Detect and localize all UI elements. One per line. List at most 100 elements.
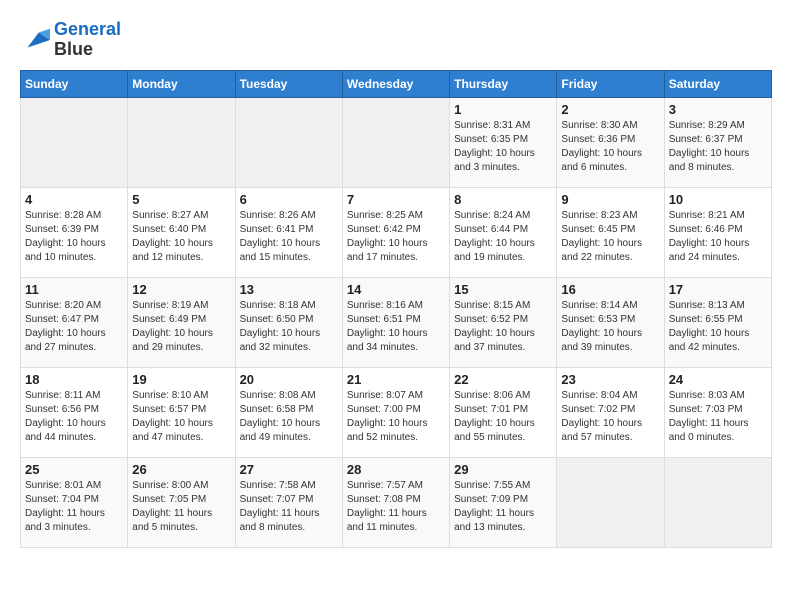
day-info: Sunrise: 7:57 AM Sunset: 7:08 PM Dayligh… xyxy=(347,479,445,535)
day-info: Sunrise: 8:23 AM Sunset: 6:45 PM Dayligh… xyxy=(561,209,659,265)
day-number: 13 xyxy=(240,282,338,297)
calendar-cell: 3 Sunrise: 8:29 AM Sunset: 6:37 PM Daylig… xyxy=(664,97,771,187)
calendar-cell xyxy=(664,457,771,547)
calendar-cell xyxy=(128,97,235,187)
day-info: Sunrise: 8:01 AM Sunset: 7:04 PM Dayligh… xyxy=(25,479,123,535)
page-header: General Blue xyxy=(20,20,772,60)
calendar-cell: 10Sunrise: 8:21 AM Sunset: 6:46 PM Dayli… xyxy=(664,187,771,277)
day-info: Sunrise: 8:26 AM Sunset: 6:41 PM Dayligh… xyxy=(240,209,338,265)
calendar-cell: 7 Sunrise: 8:25 AM Sunset: 6:42 PM Daylig… xyxy=(342,187,449,277)
column-header-sunday: Sunday xyxy=(21,70,128,97)
day-info: Sunrise: 8:15 AM Sunset: 6:52 PM Dayligh… xyxy=(454,299,552,355)
day-number: 26 xyxy=(132,462,230,477)
day-info: Sunrise: 8:28 AM Sunset: 6:39 PM Dayligh… xyxy=(25,209,123,265)
calendar-cell: 4 Sunrise: 8:28 AM Sunset: 6:39 PM Daylig… xyxy=(21,187,128,277)
calendar-cell: 11 Sunrise: 8:20 AM Sunset: 6:47 PM Dayli… xyxy=(21,277,128,367)
day-info: Sunrise: 8:29 AM Sunset: 6:37 PM Dayligh… xyxy=(669,119,767,175)
calendar-cell: 5Sunrise: 8:27 AM Sunset: 6:40 PM Daylig… xyxy=(128,187,235,277)
day-info: Sunrise: 8:19 AM Sunset: 6:49 PM Dayligh… xyxy=(132,299,230,355)
calendar-cell: 18 Sunrise: 8:11 AM Sunset: 6:56 PM Dayli… xyxy=(21,367,128,457)
day-number: 1 xyxy=(454,102,552,117)
calendar-week-1: 4 Sunrise: 8:28 AM Sunset: 6:39 PM Daylig… xyxy=(21,187,772,277)
day-number: 3 xyxy=(669,102,767,117)
calendar-cell: 16Sunrise: 8:14 AM Sunset: 6:53 PM Dayli… xyxy=(557,277,664,367)
calendar-cell: 2 Sunrise: 8:30 AM Sunset: 6:36 PM Daylig… xyxy=(557,97,664,187)
day-number: 10 xyxy=(669,192,767,207)
day-number: 2 xyxy=(561,102,659,117)
day-number: 23 xyxy=(561,372,659,387)
day-number: 7 xyxy=(347,192,445,207)
calendar-cell: 8 Sunrise: 8:24 AM Sunset: 6:44 PM Daylig… xyxy=(450,187,557,277)
day-number: 4 xyxy=(25,192,123,207)
day-number: 18 xyxy=(25,372,123,387)
calendar-cell xyxy=(21,97,128,187)
calendar-cell: 19Sunrise: 8:10 AM Sunset: 6:57 PM Dayli… xyxy=(128,367,235,457)
day-number: 25 xyxy=(25,462,123,477)
calendar-cell: 13 Sunrise: 8:18 AM Sunset: 6:50 PM Dayli… xyxy=(235,277,342,367)
calendar-cell: 27 Sunrise: 7:58 AM Sunset: 7:07 PM Dayli… xyxy=(235,457,342,547)
day-number: 28 xyxy=(347,462,445,477)
calendar-cell: 9 Sunrise: 8:23 AM Sunset: 6:45 PM Daylig… xyxy=(557,187,664,277)
calendar-cell: 21 Sunrise: 8:07 AM Sunset: 7:00 PM Dayli… xyxy=(342,367,449,457)
day-number: 12 xyxy=(132,282,230,297)
calendar-cell: 22 Sunrise: 8:06 AM Sunset: 7:01 PM Dayli… xyxy=(450,367,557,457)
calendar-cell: 26 Sunrise: 8:00 AM Sunset: 7:05 PM Dayli… xyxy=(128,457,235,547)
day-info: Sunrise: 8:10 AM Sunset: 6:57 PM Dayligh… xyxy=(132,389,230,445)
calendar-cell xyxy=(342,97,449,187)
calendar-table: SundayMondayTuesdayWednesdayThursdayFrid… xyxy=(20,70,772,548)
day-info: Sunrise: 8:06 AM Sunset: 7:01 PM Dayligh… xyxy=(454,389,552,445)
column-header-monday: Monday xyxy=(128,70,235,97)
day-number: 20 xyxy=(240,372,338,387)
day-number: 29 xyxy=(454,462,552,477)
day-number: 11 xyxy=(25,282,123,297)
calendar-cell: 12 Sunrise: 8:19 AM Sunset: 6:49 PM Dayli… xyxy=(128,277,235,367)
column-header-friday: Friday xyxy=(557,70,664,97)
day-number: 24 xyxy=(669,372,767,387)
calendar-cell: 29Sunrise: 7:55 AM Sunset: 7:09 PM Dayli… xyxy=(450,457,557,547)
logo-text: General Blue xyxy=(54,20,121,60)
column-header-saturday: Saturday xyxy=(664,70,771,97)
calendar-cell xyxy=(557,457,664,547)
day-info: Sunrise: 8:04 AM Sunset: 7:02 PM Dayligh… xyxy=(561,389,659,445)
calendar-week-2: 11 Sunrise: 8:20 AM Sunset: 6:47 PM Dayli… xyxy=(21,277,772,367)
day-info: Sunrise: 8:27 AM Sunset: 6:40 PM Dayligh… xyxy=(132,209,230,265)
day-info: Sunrise: 8:03 AM Sunset: 7:03 PM Dayligh… xyxy=(669,389,767,445)
calendar-cell: 23 Sunrise: 8:04 AM Sunset: 7:02 PM Dayli… xyxy=(557,367,664,457)
day-info: Sunrise: 8:07 AM Sunset: 7:00 PM Dayligh… xyxy=(347,389,445,445)
day-number: 14 xyxy=(347,282,445,297)
calendar-week-3: 18 Sunrise: 8:11 AM Sunset: 6:56 PM Dayli… xyxy=(21,367,772,457)
day-number: 22 xyxy=(454,372,552,387)
day-info: Sunrise: 7:58 AM Sunset: 7:07 PM Dayligh… xyxy=(240,479,338,535)
day-number: 27 xyxy=(240,462,338,477)
day-number: 6 xyxy=(240,192,338,207)
day-info: Sunrise: 8:16 AM Sunset: 6:51 PM Dayligh… xyxy=(347,299,445,355)
calendar-header-row: SundayMondayTuesdayWednesdayThursdayFrid… xyxy=(21,70,772,97)
calendar-cell: 1 Sunrise: 8:31 AM Sunset: 6:35 PM Daylig… xyxy=(450,97,557,187)
day-info: Sunrise: 8:30 AM Sunset: 6:36 PM Dayligh… xyxy=(561,119,659,175)
calendar-cell: 25 Sunrise: 8:01 AM Sunset: 7:04 PM Dayli… xyxy=(21,457,128,547)
day-info: Sunrise: 8:08 AM Sunset: 6:58 PM Dayligh… xyxy=(240,389,338,445)
calendar-week-0: 1 Sunrise: 8:31 AM Sunset: 6:35 PM Daylig… xyxy=(21,97,772,187)
day-info: Sunrise: 8:31 AM Sunset: 6:35 PM Dayligh… xyxy=(454,119,552,175)
column-header-thursday: Thursday xyxy=(450,70,557,97)
logo: General Blue xyxy=(20,20,121,60)
day-info: Sunrise: 8:25 AM Sunset: 6:42 PM Dayligh… xyxy=(347,209,445,265)
day-info: Sunrise: 8:18 AM Sunset: 6:50 PM Dayligh… xyxy=(240,299,338,355)
day-info: Sunrise: 8:13 AM Sunset: 6:55 PM Dayligh… xyxy=(669,299,767,355)
calendar-cell: 17 Sunrise: 8:13 AM Sunset: 6:55 PM Dayli… xyxy=(664,277,771,367)
calendar-week-4: 25 Sunrise: 8:01 AM Sunset: 7:04 PM Dayli… xyxy=(21,457,772,547)
day-info: Sunrise: 8:20 AM Sunset: 6:47 PM Dayligh… xyxy=(25,299,123,355)
calendar-cell: 15 Sunrise: 8:15 AM Sunset: 6:52 PM Dayli… xyxy=(450,277,557,367)
calendar-cell: 14 Sunrise: 8:16 AM Sunset: 6:51 PM Dayli… xyxy=(342,277,449,367)
day-info: Sunrise: 8:14 AM Sunset: 6:53 PM Dayligh… xyxy=(561,299,659,355)
day-number: 8 xyxy=(454,192,552,207)
day-number: 9 xyxy=(561,192,659,207)
day-info: Sunrise: 8:24 AM Sunset: 6:44 PM Dayligh… xyxy=(454,209,552,265)
day-number: 21 xyxy=(347,372,445,387)
calendar-cell xyxy=(235,97,342,187)
day-number: 17 xyxy=(669,282,767,297)
column-header-wednesday: Wednesday xyxy=(342,70,449,97)
day-info: Sunrise: 8:11 AM Sunset: 6:56 PM Dayligh… xyxy=(25,389,123,445)
day-info: Sunrise: 8:00 AM Sunset: 7:05 PM Dayligh… xyxy=(132,479,230,535)
day-number: 15 xyxy=(454,282,552,297)
